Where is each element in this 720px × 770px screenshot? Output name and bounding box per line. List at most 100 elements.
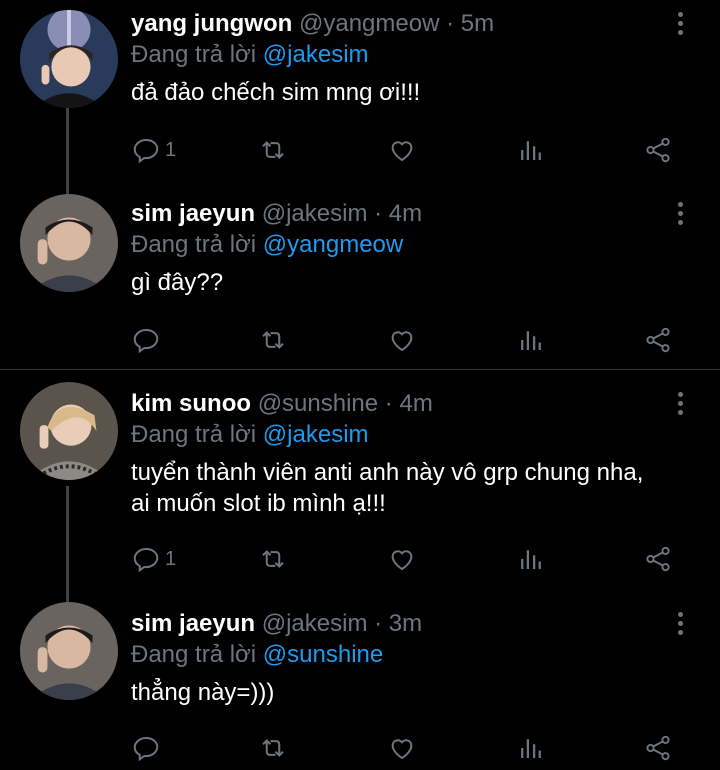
avatar[interactable]	[20, 194, 118, 292]
avatar-photo-icon	[20, 602, 118, 700]
username[interactable]: @jakesim	[262, 610, 368, 637]
analytics-button[interactable]	[516, 133, 546, 167]
retweet-button[interactable]	[258, 542, 288, 576]
retweet-button[interactable]	[258, 133, 288, 167]
more-icon[interactable]	[670, 202, 690, 232]
retweet-icon	[262, 550, 284, 568]
analytics-icon	[521, 141, 541, 160]
tweet-actions	[131, 323, 691, 357]
tweet-actions: 1	[131, 133, 691, 167]
tweet-text-line: tuyển thành viên anti anh này vô grp chu…	[131, 459, 644, 486]
share-icon	[646, 137, 670, 163]
avatar-photo-icon	[20, 10, 118, 108]
retweet-button[interactable]	[258, 731, 288, 765]
analytics-icon	[521, 331, 541, 350]
mention-link[interactable]: @jakesim	[263, 421, 369, 448]
tweet-actions	[131, 731, 691, 765]
replying-to: Đang trả lời @sunshine	[131, 641, 383, 669]
tweet-text-line: đả đảo chếch sim mng ơi!!!	[131, 79, 421, 106]
like-button[interactable]	[387, 542, 417, 576]
tweet-text: thẳng này=)))	[131, 677, 274, 708]
reply-icon	[133, 328, 159, 354]
mention-link[interactable]: @yangmeow	[263, 231, 403, 258]
share-icon	[646, 546, 670, 572]
reply-button[interactable]	[131, 323, 165, 357]
tweet[interactable]: yang jungwon @yangmeow · 5m Đang trả lời…	[0, 0, 720, 180]
display-name[interactable]: sim jaeyun	[131, 200, 255, 227]
retweet-icon	[262, 331, 284, 349]
share-button[interactable]	[643, 731, 673, 765]
tweet-text-line: gì đây??	[131, 269, 224, 296]
reply-button[interactable]	[131, 731, 165, 765]
analytics-button[interactable]	[516, 542, 546, 576]
reply-icon	[133, 547, 159, 573]
share-icon	[646, 735, 670, 761]
display-name[interactable]: yang jungwon	[131, 10, 292, 37]
share-button[interactable]	[643, 133, 673, 167]
analytics-button[interactable]	[516, 731, 546, 765]
tweet-text: đả đảo chếch sim mng ơi!!!	[131, 77, 420, 108]
like-icon	[391, 141, 413, 162]
avatar-photo-icon	[20, 382, 118, 480]
like-icon	[391, 550, 413, 571]
separator-dot: ·	[384, 390, 393, 417]
replying-to-label: Đang trả lời	[131, 231, 257, 258]
more-icon[interactable]	[670, 392, 690, 422]
username[interactable]: @jakesim	[262, 200, 368, 227]
tweet[interactable]: kim sunoo @sunshine · 4m Đang trả lời @j…	[0, 380, 720, 600]
more-icon[interactable]	[670, 612, 690, 642]
analytics-icon	[521, 739, 541, 758]
more-icon[interactable]	[670, 12, 690, 42]
tweet-actions: 1	[131, 542, 691, 576]
retweet-icon	[262, 739, 284, 757]
tweet-text-line: thẳng này=)))	[131, 679, 275, 706]
share-icon	[646, 327, 670, 353]
display-name[interactable]: kim sunoo	[131, 390, 251, 417]
separator-dot: ·	[446, 10, 455, 37]
retweet-button[interactable]	[258, 323, 288, 357]
separator-dot: ·	[374, 200, 383, 227]
tweet[interactable]: sim jaeyun @jakesim · 4m Đang trả lời @y…	[0, 190, 720, 370]
avatar[interactable]	[20, 10, 118, 108]
replying-to-label: Đang trả lời	[131, 41, 257, 68]
like-button[interactable]	[387, 133, 417, 167]
reply-count: 1	[165, 138, 177, 161]
replying-to-label: Đang trả lời	[131, 641, 257, 668]
timestamp[interactable]: 5m	[461, 10, 494, 37]
retweet-icon	[262, 141, 284, 159]
tweet-text-line: ai muốn slot ib mình ạ!!!	[131, 490, 386, 517]
reply-button[interactable]: 1	[131, 542, 176, 576]
username[interactable]: @sunshine	[258, 390, 378, 417]
reply-icon	[133, 138, 159, 164]
mention-link[interactable]: @sunshine	[263, 641, 383, 668]
tweet-header: sim jaeyun @jakesim · 3m	[131, 610, 422, 638]
reply-icon	[133, 736, 159, 762]
like-icon	[391, 331, 413, 352]
reply-button[interactable]: 1	[131, 133, 176, 167]
avatar[interactable]	[20, 382, 118, 480]
tweet-text: tuyển thành viên anti anh này vô grp chu…	[131, 457, 643, 519]
like-button[interactable]	[387, 731, 417, 765]
timestamp[interactable]: 3m	[389, 610, 422, 637]
tweet-header: kim sunoo @sunshine · 4m	[131, 390, 433, 418]
tweet[interactable]: sim jaeyun @jakesim · 3m Đang trả lời @s…	[0, 600, 720, 770]
avatar-photo-icon	[20, 194, 118, 292]
like-icon	[391, 739, 413, 760]
reply-count: 1	[165, 547, 177, 570]
replying-to: Đang trả lời @jakesim	[131, 421, 369, 449]
tweet-header: yang jungwon @yangmeow · 5m	[131, 10, 494, 38]
separator-dot: ·	[374, 610, 383, 637]
share-button[interactable]	[643, 323, 673, 357]
username[interactable]: @yangmeow	[299, 10, 439, 37]
avatar[interactable]	[20, 602, 118, 700]
like-button[interactable]	[387, 323, 417, 357]
replying-to-label: Đang trả lời	[131, 421, 257, 448]
mention-link[interactable]: @jakesim	[263, 41, 369, 68]
timestamp[interactable]: 4m	[389, 200, 422, 227]
tweet-text: gì đây??	[131, 267, 223, 298]
display-name[interactable]: sim jaeyun	[131, 610, 255, 637]
replying-to: Đang trả lời @jakesim	[131, 41, 369, 69]
analytics-button[interactable]	[516, 323, 546, 357]
share-button[interactable]	[643, 542, 673, 576]
timestamp[interactable]: 4m	[399, 390, 432, 417]
